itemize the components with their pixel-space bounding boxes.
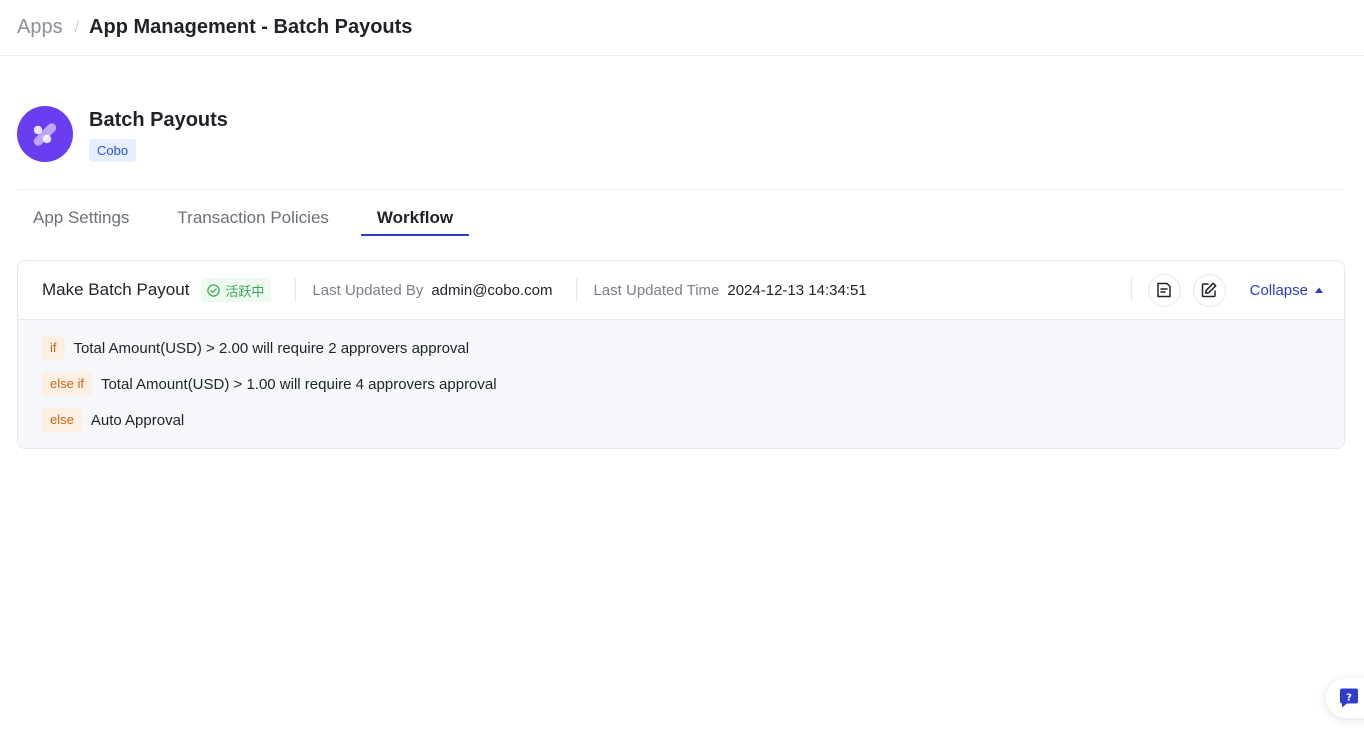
rule-text: Total Amount(USD) > 1.00 will require 4 … — [100, 375, 497, 393]
divider — [295, 278, 297, 302]
workflow-card: Make Batch Payout 活跃中 Last Updated By ad… — [17, 260, 1345, 449]
tab-app-settings[interactable]: App Settings — [17, 196, 145, 236]
rule-else-if: else if Total Amount(USD) > 1.00 will re… — [42, 372, 1344, 396]
divider — [1130, 278, 1132, 302]
rule-text: Total Amount(USD) > 2.00 will require 2 … — [73, 339, 470, 357]
status-badge: 活跃中 — [201, 278, 272, 302]
rule-keyword: else — [42, 408, 82, 432]
tab-bar: App Settings Transaction Policies Workfl… — [17, 196, 485, 236]
divider — [17, 189, 1344, 190]
app-meta: Batch Payouts Cobo — [89, 108, 228, 162]
divider — [576, 278, 578, 302]
collapse-button[interactable]: Collapse — [1250, 282, 1324, 299]
rule-else: else Auto Approval — [42, 408, 1344, 432]
workflow-name: Make Batch Payout — [42, 280, 190, 299]
app-tag: Cobo — [89, 139, 137, 162]
document-icon — [1157, 282, 1171, 298]
status-text: 活跃中 — [225, 283, 265, 299]
updated-by-label: Last Updated By — [312, 281, 424, 299]
updated-time-value: 2024-12-13 14:34:51 — [727, 281, 867, 299]
app-name: Batch Payouts — [89, 109, 228, 131]
rule-text: Auto Approval — [90, 411, 185, 429]
rule-if: if Total Amount(USD) > 2.00 will require… — [42, 336, 1344, 360]
caret-up-icon — [1315, 287, 1323, 293]
svg-text:?: ? — [1346, 693, 1352, 704]
workflow-rules: if Total Amount(USD) > 2.00 will require… — [18, 320, 1344, 448]
tab-transaction-policies[interactable]: Transaction Policies — [161, 196, 345, 236]
check-circle-icon — [207, 283, 221, 297]
rule-keyword: if — [42, 336, 65, 360]
breadcrumb-separator: / — [74, 18, 80, 36]
help-button[interactable]: ? — [1326, 678, 1364, 718]
app-header: Batch Payouts Cobo — [17, 106, 228, 162]
workflow-card-header: Make Batch Payout 活跃中 Last Updated By ad… — [18, 261, 1344, 320]
help-chat-icon: ? — [1340, 688, 1358, 708]
updated-time-label: Last Updated Time — [593, 281, 720, 299]
view-document-button[interactable] — [1147, 273, 1181, 307]
tab-workflow[interactable]: Workflow — [360, 196, 470, 236]
page-title: App Management - Batch Payouts — [89, 16, 413, 38]
edit-button[interactable] — [1192, 273, 1226, 307]
batch-payouts-logo-icon — [17, 106, 73, 162]
edit-icon — [1201, 282, 1217, 298]
collapse-label: Collapse — [1249, 281, 1308, 299]
rule-keyword: else if — [42, 372, 92, 396]
breadcrumb-apps[interactable]: Apps — [17, 16, 63, 39]
updated-by-value: admin@cobo.com — [431, 281, 553, 299]
top-bar: Apps / App Management - Batch Payouts — [0, 0, 1364, 56]
